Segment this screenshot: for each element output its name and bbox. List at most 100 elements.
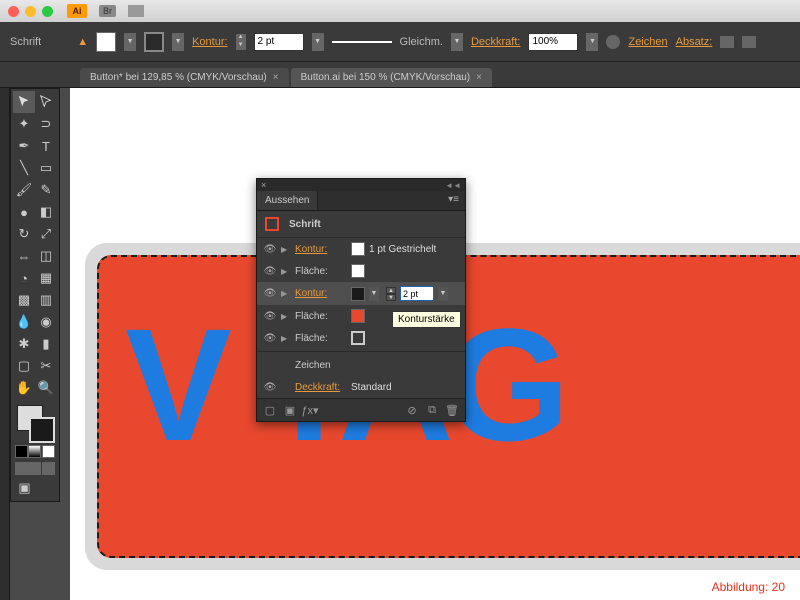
- scale-tool[interactable]: ⤢: [35, 223, 57, 245]
- stroke-dropdown[interactable]: ▼: [172, 33, 184, 51]
- graph-tool[interactable]: ▮: [35, 333, 57, 355]
- character-panel-link[interactable]: Zeichen: [628, 36, 667, 48]
- close-tab-icon[interactable]: ×: [476, 72, 482, 83]
- direct-selection-tool[interactable]: [35, 91, 57, 113]
- blend-tool[interactable]: ◉: [35, 311, 57, 333]
- collapse-panel-icon[interactable]: ◄◄: [445, 181, 461, 190]
- expand-icon[interactable]: ▶: [281, 312, 291, 321]
- stroke-weight-field[interactable]: [400, 286, 434, 301]
- draw-inside[interactable]: [42, 462, 55, 475]
- rotate-tool[interactable]: ↻: [13, 223, 35, 245]
- visibility-toggle[interactable]: 👁: [263, 382, 277, 393]
- stroke-swatch[interactable]: [144, 32, 164, 52]
- panel-header[interactable]: × ◄◄: [257, 179, 465, 191]
- screen-mode[interactable]: ▣: [13, 477, 36, 499]
- row-swatch[interactable]: [351, 264, 365, 278]
- weight-dropdown[interactable]: ▼: [438, 287, 448, 301]
- close-tab-icon[interactable]: ×: [273, 72, 279, 83]
- close-panel-icon[interactable]: ×: [261, 180, 266, 190]
- shape-builder-tool[interactable]: ◔: [13, 267, 35, 289]
- line-tool[interactable]: ╲: [13, 157, 35, 179]
- mesh-tool[interactable]: ▩: [13, 289, 35, 311]
- draw-normal[interactable]: [15, 462, 28, 475]
- zoom-tool[interactable]: 🔍: [35, 377, 57, 399]
- recolor-icon[interactable]: [606, 35, 620, 49]
- eyedropper-tool[interactable]: 💧: [13, 311, 35, 333]
- bridge-button[interactable]: Br: [99, 5, 116, 17]
- stroke-profile-dropdown[interactable]: ▼: [451, 33, 463, 51]
- arrange-docs-button[interactable]: [128, 5, 144, 17]
- fill-warning-icon[interactable]: ▲: [77, 36, 88, 48]
- minimize-window-button[interactable]: [25, 6, 36, 17]
- row-label[interactable]: Kontur:: [295, 244, 347, 255]
- row-swatch[interactable]: [351, 309, 365, 323]
- left-dock[interactable]: [0, 88, 10, 600]
- appearance-row[interactable]: 👁▶Kontur:▼▲▼▼: [257, 282, 465, 305]
- appearance-tab[interactable]: Aussehen: [257, 191, 318, 210]
- pencil-tool[interactable]: ✎: [35, 179, 57, 201]
- visibility-toggle[interactable]: 👁: [263, 266, 277, 277]
- paintbrush-tool[interactable]: 🖌: [13, 179, 35, 201]
- stroke-panel-link[interactable]: Kontur:: [192, 36, 227, 48]
- selection-tool[interactable]: [13, 91, 35, 113]
- row-swatch[interactable]: [351, 287, 365, 301]
- gradient-tool[interactable]: ▥: [35, 289, 57, 311]
- opacity-input[interactable]: [528, 33, 578, 51]
- paragraph-panel-link[interactable]: Absatz:: [676, 36, 713, 48]
- stroke-weight-input[interactable]: [254, 33, 304, 51]
- row-swatch[interactable]: [351, 331, 365, 345]
- row-swatch[interactable]: [351, 242, 365, 256]
- symbol-sprayer-tool[interactable]: ✱: [13, 333, 35, 355]
- draw-behind[interactable]: [28, 462, 41, 475]
- eraser-tool[interactable]: ◧: [35, 201, 57, 223]
- stroke-weight-dropdown[interactable]: ▼: [312, 33, 324, 51]
- align-left-icon[interactable]: [720, 36, 734, 48]
- new-fill-icon[interactable]: ▣: [283, 403, 297, 417]
- clear-icon[interactable]: ⊘: [405, 403, 419, 417]
- visibility-toggle[interactable]: 👁: [263, 333, 277, 344]
- magic-wand-tool[interactable]: ✦: [13, 113, 35, 135]
- step-up[interactable]: ▲: [386, 287, 396, 294]
- type-tool[interactable]: T: [35, 135, 57, 157]
- stroke-indicator[interactable]: [29, 417, 55, 443]
- fill-swatch[interactable]: [96, 32, 116, 52]
- visibility-toggle[interactable]: 👁: [263, 288, 277, 299]
- add-effect-icon[interactable]: ƒx▾: [303, 403, 317, 417]
- width-tool[interactable]: ⇔: [13, 245, 35, 267]
- fill-stroke-control[interactable]: [13, 403, 57, 443]
- maximize-window-button[interactable]: [42, 6, 53, 17]
- expand-icon[interactable]: ▶: [281, 334, 291, 343]
- align-center-icon[interactable]: [742, 36, 756, 48]
- close-window-button[interactable]: [8, 6, 19, 17]
- opacity-dropdown[interactable]: ▼: [586, 33, 598, 51]
- duplicate-icon[interactable]: ⧉: [425, 403, 439, 417]
- free-transform-tool[interactable]: ◫: [35, 245, 57, 267]
- gradient-mode[interactable]: [28, 445, 41, 458]
- row-label[interactable]: Kontur:: [295, 288, 347, 299]
- fill-dropdown[interactable]: ▼: [124, 33, 136, 51]
- document-tab-1[interactable]: Button* bei 129,85 % (CMYK/Vorschau)×: [80, 68, 289, 87]
- delete-icon[interactable]: 🗑: [445, 403, 459, 417]
- hand-tool[interactable]: ✋: [13, 377, 35, 399]
- lasso-tool[interactable]: ⊃: [35, 113, 57, 135]
- expand-icon[interactable]: ▶: [281, 245, 291, 254]
- panel-menu-icon[interactable]: ▾≡: [442, 191, 465, 210]
- visibility-toggle[interactable]: 👁: [263, 244, 277, 255]
- document-tab-2[interactable]: Button.ai bei 150 % (CMYK/Vorschau)×: [291, 68, 492, 87]
- slice-tool[interactable]: ✂: [35, 355, 57, 377]
- swatch-dropdown[interactable]: ▼: [369, 287, 379, 301]
- blob-brush-tool[interactable]: ●: [13, 201, 35, 223]
- appearance-row[interactable]: 👁▶Fläche:: [257, 260, 465, 282]
- appearance-row[interactable]: 👁▶Fläche:: [257, 327, 465, 349]
- opacity-link[interactable]: Deckkraft:: [295, 382, 347, 393]
- expand-icon[interactable]: ▶: [281, 289, 291, 298]
- opacity-panel-link[interactable]: Deckkraft:: [471, 36, 521, 48]
- step-down[interactable]: ▼: [386, 294, 396, 301]
- none-mode[interactable]: [42, 445, 55, 458]
- visibility-toggle[interactable]: 👁: [263, 311, 277, 322]
- expand-icon[interactable]: ▶: [281, 267, 291, 276]
- new-stroke-icon[interactable]: ▢: [263, 403, 277, 417]
- artboard-tool[interactable]: ▢: [13, 355, 35, 377]
- perspective-tool[interactable]: ▦: [35, 267, 57, 289]
- rectangle-tool[interactable]: ▭: [35, 157, 57, 179]
